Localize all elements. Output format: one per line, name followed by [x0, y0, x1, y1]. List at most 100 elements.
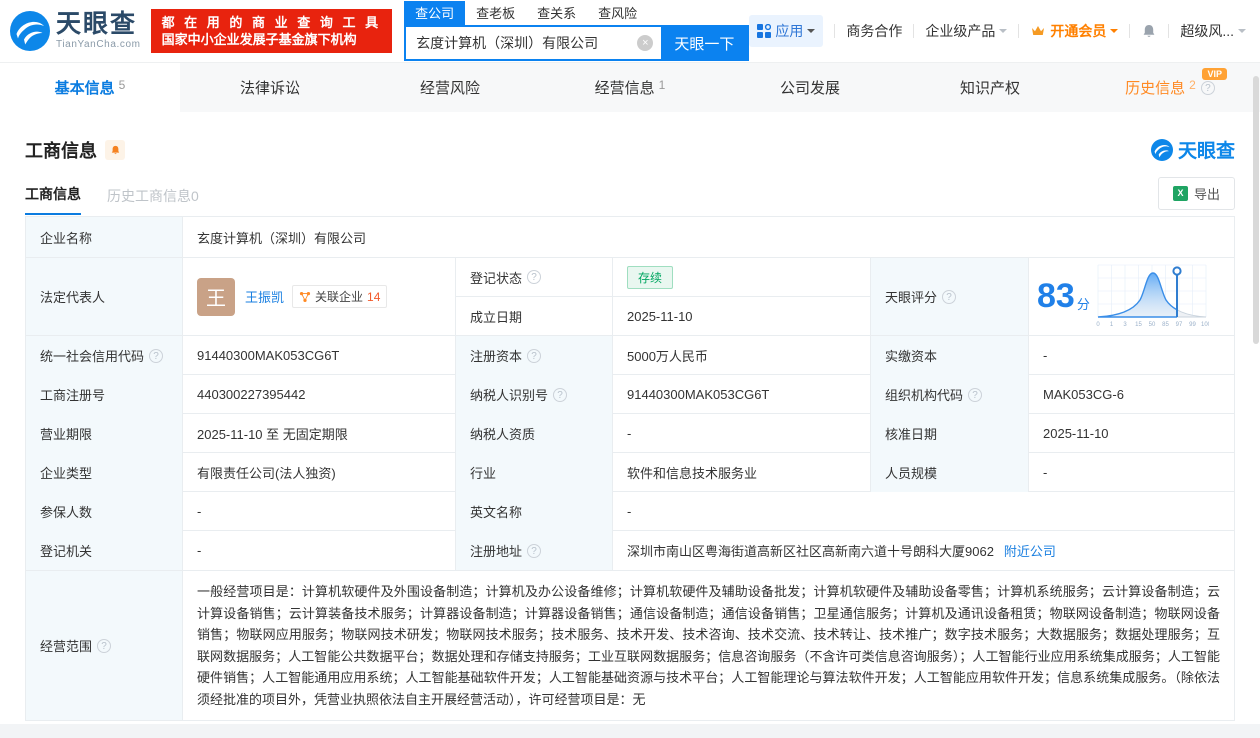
help-icon[interactable] — [97, 638, 112, 653]
help-icon[interactable] — [527, 348, 542, 363]
search-tabs: 查公司 查老板 查关系 查风险 — [404, 1, 749, 25]
staff-size-value: - — [1043, 465, 1048, 480]
insured-count-label: 参保人数 — [26, 492, 183, 531]
enterprise-label: 企业级产品 — [925, 23, 996, 39]
legal-rep-cell: 王 王振凯 关联企业 14 — [183, 258, 456, 335]
reg-number-label: 工商注册号 — [26, 375, 183, 414]
svg-text:15: 15 — [1135, 322, 1142, 328]
help-icon[interactable] — [942, 289, 957, 304]
nav-enterprise-products[interactable]: 企业级产品 — [925, 21, 1008, 41]
page-footer — [0, 724, 1260, 738]
reg-capital-value: 5000万人民币 — [613, 336, 871, 375]
taxpayer-quality-label: 纳税人资质 — [456, 414, 613, 453]
divider — [1129, 24, 1131, 38]
nav-business-cooperation[interactable]: 商务合作 — [846, 21, 902, 41]
divider — [1018, 24, 1020, 38]
score-label: 天眼评分 — [871, 258, 1029, 335]
industry-value: 软件和信息技术服务业 — [613, 453, 871, 492]
related-network-icon — [299, 291, 311, 302]
help-icon[interactable] — [149, 348, 164, 363]
tab-label: 基本信息 — [54, 80, 115, 97]
company-type-label: 企业类型 — [26, 453, 183, 492]
slogan-line2: 国家中小企业发展子基金旗下机构 — [161, 32, 357, 47]
export-button[interactable]: 导出 — [1157, 177, 1235, 210]
vip-badge: VIP — [1202, 68, 1227, 80]
notification-bell-icon[interactable] — [1141, 23, 1157, 39]
tab-history-info[interactable]: VIP 历史信息 2 — [1080, 63, 1260, 112]
help-icon[interactable] — [968, 387, 983, 402]
company-tab-bar: 基本信息 5 法律诉讼 经营风险 经营信息 1 公司发展 知识产权 VIP 历史… — [0, 62, 1260, 112]
status-date-block: 登记状态 存续 成立日期 2025-11-10 — [456, 258, 871, 335]
taxpayer-id-label: 纳税人识别号 — [456, 375, 613, 414]
tab-label: 历史信息 — [1125, 80, 1186, 97]
brand-domain: TianYanCha.com — [56, 39, 141, 50]
chevron-down-icon — [1238, 29, 1246, 37]
search-button[interactable]: 天眼一下 — [661, 27, 748, 59]
business-term-value: 2025-11-10 至 无固定期限 — [183, 414, 456, 453]
search-tab-relation[interactable]: 查关系 — [526, 1, 587, 25]
tab-operating-risk[interactable]: 经营风险 — [360, 63, 540, 112]
reg-address-label: 注册地址 — [456, 531, 613, 570]
tab-count: 1 — [658, 77, 666, 92]
business-scope-label: 经营范围 — [26, 571, 183, 720]
subtab-label: 历史工商信息 — [107, 188, 191, 204]
svg-text:85: 85 — [1162, 322, 1169, 328]
tab-company-development[interactable]: 公司发展 — [720, 63, 900, 112]
search-tab-company[interactable]: 查公司 — [404, 1, 466, 25]
legal-rep-avatar[interactable]: 王 — [197, 277, 235, 316]
slogan-line1: 都 在 用 的 商 业 查 询 工 具 — [161, 15, 382, 30]
tab-legal-proceedings[interactable]: 法律诉讼 — [180, 63, 360, 112]
clear-search-icon[interactable] — [637, 35, 654, 51]
help-icon[interactable] — [1200, 80, 1215, 95]
paid-capital-label: 实缴资本 — [871, 336, 1029, 375]
reg-authority-label: 登记机关 — [26, 531, 183, 570]
search-tab-boss[interactable]: 查老板 — [465, 1, 526, 25]
company-name-value: 玄度计算机（深圳）有限公司 — [197, 230, 367, 246]
business-info-table: 企业名称 玄度计算机（深圳）有限公司 法定代表人 王 王振凯 关联企业 14 登… — [25, 216, 1235, 721]
help-icon[interactable] — [527, 543, 542, 558]
reg-status-cell: 存续 — [613, 258, 871, 296]
tianyancha-logo[interactable]: 天眼查 TianYanCha.com — [10, 11, 141, 51]
section-title: 工商信息 — [25, 140, 97, 161]
scrollbar-thumb[interactable] — [1253, 76, 1259, 344]
chevron-down-icon — [807, 29, 816, 37]
tab-label: 公司发展 — [779, 80, 840, 97]
nearby-companies-link[interactable]: 附近公司 — [1004, 541, 1056, 560]
legal-rep-name-link[interactable]: 王振凯 — [245, 287, 284, 306]
search-tab-risk[interactable]: 查风险 — [587, 1, 648, 25]
apps-grid-icon — [757, 24, 772, 38]
nav-super-risk[interactable]: 超级风... — [1180, 21, 1246, 41]
score-unit: 分 — [1076, 297, 1090, 312]
subscribe-bell-icon[interactable] — [105, 139, 125, 160]
tab-intellectual-property[interactable]: 知识产权 — [900, 63, 1080, 112]
crown-icon — [1032, 26, 1045, 35]
search-input[interactable] — [406, 27, 630, 59]
industry-label: 行业 — [456, 453, 613, 492]
apps-menu[interactable]: 应用 — [749, 15, 824, 47]
related-companies-badge[interactable]: 关联企业 14 — [292, 285, 388, 308]
watermark-text: 天眼查 — [1177, 141, 1235, 162]
tab-count: 5 — [118, 77, 126, 92]
score-marker-pin — [1172, 265, 1182, 276]
search-box: 天眼一下 — [404, 25, 750, 61]
reg-capital-label: 注册资本 — [456, 336, 613, 375]
subtab-history-business-info[interactable]: 历史工商信息0 — [107, 186, 199, 215]
subtab-business-info[interactable]: 工商信息 — [25, 184, 81, 215]
divider — [834, 24, 836, 38]
watermark-logo: 天眼查 — [1150, 136, 1235, 163]
credit-code-label: 统一社会信用代码 — [26, 336, 183, 375]
reg-status-label: 登记状态 — [456, 258, 613, 296]
nav-open-vip[interactable]: 开通会员 — [1030, 21, 1119, 41]
divider — [913, 24, 915, 38]
export-label: 导出 — [1193, 187, 1220, 202]
help-icon[interactable] — [553, 387, 568, 402]
subtab-count: 0 — [191, 188, 199, 204]
establish-date-value: 2025-11-10 — [613, 297, 871, 335]
help-icon[interactable] — [527, 270, 542, 284]
related-label: 关联企业 — [315, 290, 364, 304]
business-term-label: 营业期限 — [26, 414, 183, 453]
table-row: 企业名称 玄度计算机（深圳）有限公司 — [26, 217, 1234, 258]
tab-basic-info[interactable]: 基本信息 5 — [0, 63, 180, 112]
credit-code-value: 91440300MAK053CG6T — [183, 336, 456, 375]
tab-operating-info[interactable]: 经营信息 1 — [540, 63, 720, 112]
